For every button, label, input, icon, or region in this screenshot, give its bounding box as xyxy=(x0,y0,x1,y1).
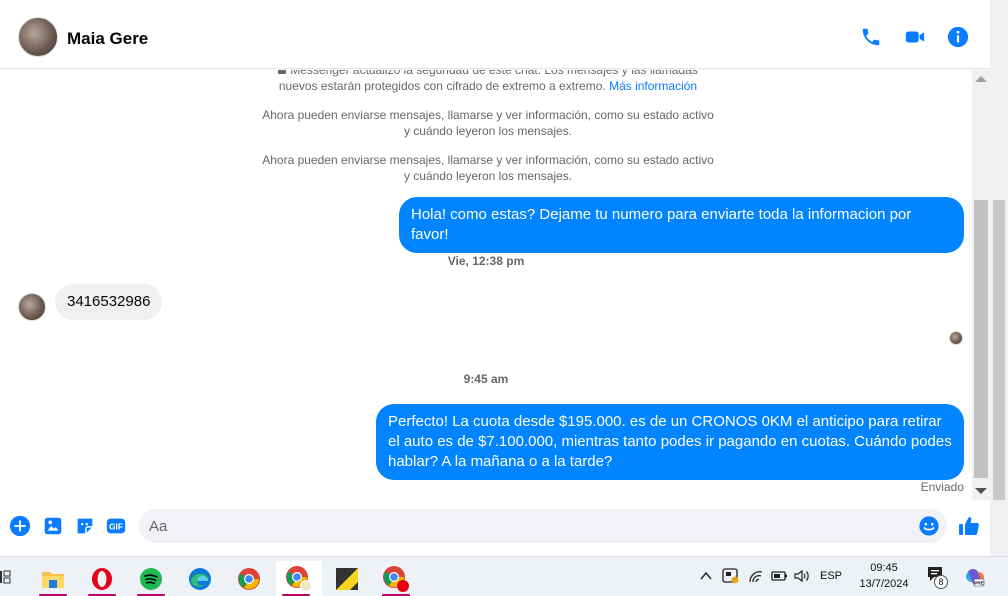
message-input-container[interactable] xyxy=(139,509,947,543)
more-info-link[interactable]: Más información xyxy=(609,79,697,93)
video-call-icon[interactable] xyxy=(904,26,926,48)
message-input[interactable] xyxy=(149,516,909,536)
sticker-icon[interactable] xyxy=(74,515,96,537)
chrome-notification-icon xyxy=(383,566,409,592)
task-view-icon[interactable] xyxy=(0,570,12,584)
gif-icon[interactable]: GIF xyxy=(105,515,127,537)
contact-avatar-small[interactable] xyxy=(18,293,46,321)
sticky-notes-icon xyxy=(336,568,358,590)
chrome-icon xyxy=(238,568,260,590)
taskbar-file-explorer[interactable] xyxy=(33,561,73,596)
chrome-profile-icon xyxy=(286,566,312,592)
message-timestamp: 9:45 am xyxy=(463,372,509,386)
phone-call-icon[interactable] xyxy=(860,26,882,48)
window-scrollbar[interactable] xyxy=(990,0,1008,556)
taskbar-clock[interactable]: 09:45 13/7/2024 xyxy=(848,560,920,592)
system-message-encryption: Messenger actualizó la seguridad de este… xyxy=(260,70,716,94)
system-message-permissions: Ahora pueden enviarse mensajes, llamarse… xyxy=(262,108,714,138)
system-message-permissions: Ahora pueden enviarse mensajes, llamarse… xyxy=(262,153,714,183)
seen-avatar xyxy=(949,331,963,345)
emoji-icon[interactable] xyxy=(918,515,940,537)
wifi-icon[interactable] xyxy=(748,569,764,583)
svg-text:GIF: GIF xyxy=(109,523,123,532)
taskbar-sticky-notes[interactable] xyxy=(327,561,367,596)
incoming-message[interactable]: 3416532986 xyxy=(55,284,163,320)
security-app-icon[interactable] xyxy=(722,568,740,584)
outgoing-message[interactable]: Perfecto! La cuota desde $195.000. es de… xyxy=(376,404,964,480)
info-icon[interactable] xyxy=(947,26,969,48)
window-scroll-thumb[interactable] xyxy=(993,200,1005,500)
message-status: Enviado xyxy=(920,480,964,494)
spotify-icon xyxy=(140,568,162,590)
battery-icon[interactable] xyxy=(770,569,788,583)
message-list[interactable]: Messenger actualizó la seguridad de este… xyxy=(0,70,972,500)
outgoing-message[interactable]: Hola! como estas? Dejame tu numero para … xyxy=(399,197,964,253)
scroll-up-arrow-icon[interactable] xyxy=(975,76,987,82)
taskbar-chrome-profile[interactable] xyxy=(276,561,322,596)
taskbar-opera[interactable] xyxy=(82,561,122,596)
contact-name[interactable]: Maia Gere xyxy=(67,29,148,49)
composer-bar: GIF xyxy=(0,503,990,549)
language-indicator[interactable]: ESP xyxy=(820,570,842,582)
message-timestamp: Vie, 12:38 pm xyxy=(447,254,525,268)
opera-icon xyxy=(92,568,112,590)
windows-taskbar: ESP 09:45 13/7/2024 8 PRE xyxy=(0,556,1008,596)
chevron-up-icon[interactable] xyxy=(700,571,712,581)
contact-avatar[interactable] xyxy=(18,17,58,57)
scroll-down-arrow-icon[interactable] xyxy=(975,488,987,494)
notifications-button[interactable]: 8 xyxy=(926,566,948,589)
lock-icon xyxy=(278,70,287,74)
chat-header: Maia Gere xyxy=(0,6,990,69)
clock-time: 09:45 xyxy=(870,562,898,574)
plus-icon[interactable] xyxy=(9,515,31,537)
thumbs-up-icon[interactable] xyxy=(957,514,981,538)
folder-icon xyxy=(42,572,64,588)
edge-icon xyxy=(189,568,211,590)
scroll-thumb[interactable] xyxy=(974,200,988,478)
volume-icon[interactable] xyxy=(794,569,810,583)
taskbar-edge[interactable] xyxy=(180,561,220,596)
notification-count-badge: 8 xyxy=(934,575,948,589)
clock-date: 13/7/2024 xyxy=(859,578,909,590)
taskbar-spotify[interactable] xyxy=(131,561,171,596)
chat-scrollbar[interactable] xyxy=(972,70,990,500)
taskbar-chrome[interactable] xyxy=(229,561,269,596)
copilot-icon[interactable]: PRE xyxy=(964,566,986,588)
photo-icon[interactable] xyxy=(42,515,64,537)
svg-text:PRE: PRE xyxy=(974,581,983,586)
taskbar-chrome-notification[interactable] xyxy=(376,561,416,596)
